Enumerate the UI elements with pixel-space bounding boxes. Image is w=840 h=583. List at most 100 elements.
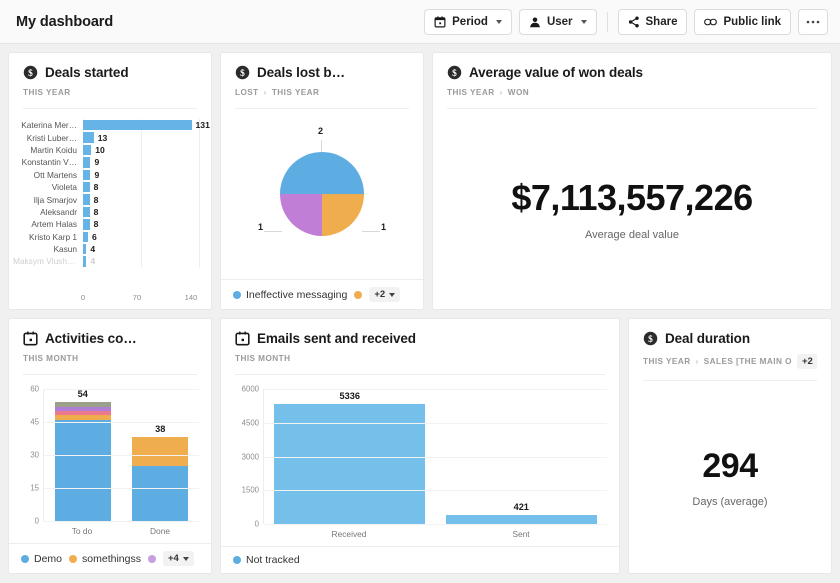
card-subtitle-period: THIS YEAR bbox=[272, 88, 320, 97]
legend-item-0[interactable]: Not tracked bbox=[233, 554, 300, 566]
card-body: 2 1 1 bbox=[221, 109, 423, 279]
legend-color-dot-extra bbox=[148, 555, 156, 563]
chevron-down-icon bbox=[581, 20, 587, 24]
metric-block: 294 Days (average) bbox=[629, 381, 831, 573]
bar-row[interactable]: Maksym Vlushkin4 bbox=[13, 255, 199, 267]
x-tick-label: 0 bbox=[81, 293, 85, 302]
legend-color-dot bbox=[233, 556, 241, 564]
x-axis: To doDone bbox=[17, 521, 199, 539]
gridline bbox=[141, 193, 142, 205]
bar-row[interactable]: Katerina Mer…131 bbox=[13, 119, 199, 131]
metric-value: 294 bbox=[702, 447, 757, 486]
app-header: My dashboard Period User Share bbox=[0, 0, 840, 44]
bar-track: 10 bbox=[83, 144, 199, 156]
legend-item-0[interactable]: Ineffective messaging bbox=[233, 289, 347, 301]
card-deals-started[interactable]: $ Deals started THIS YEAR Katerina Mer…1… bbox=[8, 52, 212, 310]
bar-row[interactable]: Kristo Karp 16 bbox=[13, 231, 199, 243]
deals-started-chart: Katerina Mer…131Kristi Luber…13Martin Ko… bbox=[9, 109, 211, 309]
bar-value-label: 5336 bbox=[340, 391, 360, 401]
card-title: Deals lost b… bbox=[257, 65, 345, 80]
toolbar-divider bbox=[607, 12, 608, 32]
bar-row[interactable]: Konstantin V…9 bbox=[13, 156, 199, 168]
public-link-button[interactable]: Public link bbox=[694, 9, 791, 35]
public-link-button-label: Public link bbox=[723, 16, 781, 28]
activities-chart: 015304560 5438 To doDone bbox=[9, 375, 211, 543]
bar-fill bbox=[83, 207, 90, 217]
bar-row[interactable]: Kasun4 bbox=[13, 243, 199, 255]
bar-segment bbox=[132, 466, 188, 521]
bar-row[interactable]: Ilja Smarjov8 bbox=[13, 193, 199, 205]
bar-track: 131 bbox=[83, 119, 199, 131]
subtitle-more-chip[interactable]: +2 bbox=[797, 354, 817, 369]
bar-row[interactable]: Violeta8 bbox=[13, 181, 199, 193]
bar-row[interactable]: Kristi Luber…13 bbox=[13, 131, 199, 143]
x-tick-label: 70 bbox=[133, 293, 141, 302]
bar-row[interactable]: Ott Martens9 bbox=[13, 169, 199, 181]
gridline bbox=[44, 422, 199, 423]
card-subtitle: THIS MONTH bbox=[235, 354, 605, 363]
emails-chart: 01500300045006000 5336421 ReceivedSent bbox=[221, 375, 619, 546]
card-title-line: $ Deals lost b… bbox=[235, 65, 409, 80]
gridline bbox=[264, 457, 607, 458]
x-tick-label: To do bbox=[43, 521, 121, 539]
card-emails[interactable]: Emails sent and received THIS MONTH 0150… bbox=[220, 318, 620, 574]
svg-text:$: $ bbox=[240, 68, 245, 79]
chevron-down-icon bbox=[183, 557, 189, 561]
legend-item-1[interactable]: somethingss bbox=[69, 553, 141, 565]
bar-value-label: 4 bbox=[86, 256, 95, 266]
emails-legend: Not tracked bbox=[221, 546, 619, 573]
dashboard-row-top: $ Deals started THIS YEAR Katerina Mer…1… bbox=[8, 52, 832, 310]
card-header: $ Deal duration THIS YEAR › SALES [THE M… bbox=[629, 319, 831, 381]
card-title: Deals started bbox=[45, 65, 129, 80]
x-axis: ReceivedSent bbox=[229, 524, 607, 542]
more-button[interactable] bbox=[798, 9, 828, 35]
gridline bbox=[44, 455, 199, 456]
bar-segment bbox=[132, 437, 188, 466]
plot-area: 01500300045006000 5336421 bbox=[229, 389, 607, 524]
bar-track: 8 bbox=[83, 218, 199, 230]
bar-total-label: 38 bbox=[155, 424, 165, 434]
card-activities[interactable]: Activities co… THIS MONTH 015304560 5438… bbox=[8, 318, 212, 574]
card-subtitle-status: LOST bbox=[235, 88, 259, 97]
bar-track: 8 bbox=[83, 193, 199, 205]
y-tick-label: 15 bbox=[30, 484, 39, 493]
bar-row-label: Konstantin V… bbox=[13, 157, 83, 167]
card-body: 015304560 5438 To doDone bbox=[9, 375, 211, 543]
bar-row[interactable]: Artem Halas8 bbox=[13, 218, 199, 230]
card-subtitle-status: WON bbox=[508, 88, 529, 97]
legend-more-chip[interactable]: +2 bbox=[369, 287, 400, 302]
subtitle-separator-icon: › bbox=[500, 88, 503, 97]
gridline bbox=[199, 206, 200, 218]
plot-area: 015304560 5438 bbox=[17, 389, 199, 521]
pie-slice-label-0: 2 bbox=[318, 126, 323, 136]
gridline bbox=[199, 156, 200, 168]
user-button-label: User bbox=[547, 16, 573, 28]
bar-row-label: Kristi Luber… bbox=[13, 133, 83, 143]
gridline bbox=[141, 218, 142, 230]
metric-label: Average deal value bbox=[585, 229, 679, 241]
bar-fill bbox=[83, 194, 90, 204]
bar-row[interactable]: Martin Koidu10 bbox=[13, 144, 199, 156]
card-deal-duration[interactable]: $ Deal duration THIS YEAR › SALES [THE M… bbox=[628, 318, 832, 574]
card-deals-lost[interactable]: $ Deals lost b… LOST › THIS YEAR bbox=[220, 52, 424, 310]
gridline bbox=[199, 131, 200, 143]
bar-row[interactable]: Aleksandr8 bbox=[13, 206, 199, 218]
period-button[interactable]: Period bbox=[424, 9, 512, 35]
gridline bbox=[44, 389, 199, 390]
share-button[interactable]: Share bbox=[618, 9, 688, 35]
card-subtitle-period: THIS MONTH bbox=[23, 354, 78, 363]
pie-leader-left bbox=[264, 231, 282, 232]
bar-value-label: 8 bbox=[90, 219, 99, 229]
bar-fill bbox=[83, 145, 91, 155]
card-average-won-deals[interactable]: $ Average value of won deals THIS YEAR ›… bbox=[432, 52, 832, 310]
legend-more-chip[interactable]: +4 bbox=[163, 551, 194, 566]
pie-legend: Ineffective messaging +2 bbox=[221, 279, 423, 309]
card-title: Activities co… bbox=[45, 331, 137, 346]
subtitle-more-label: +2 bbox=[802, 356, 813, 367]
calendar-icon bbox=[235, 331, 250, 346]
x-tick-label: Done bbox=[121, 521, 199, 539]
activities-legend: Demo somethingss +4 bbox=[9, 543, 211, 573]
period-button-label: Period bbox=[452, 16, 488, 28]
user-button[interactable]: User bbox=[519, 9, 597, 35]
legend-item-0[interactable]: Demo bbox=[21, 553, 62, 565]
